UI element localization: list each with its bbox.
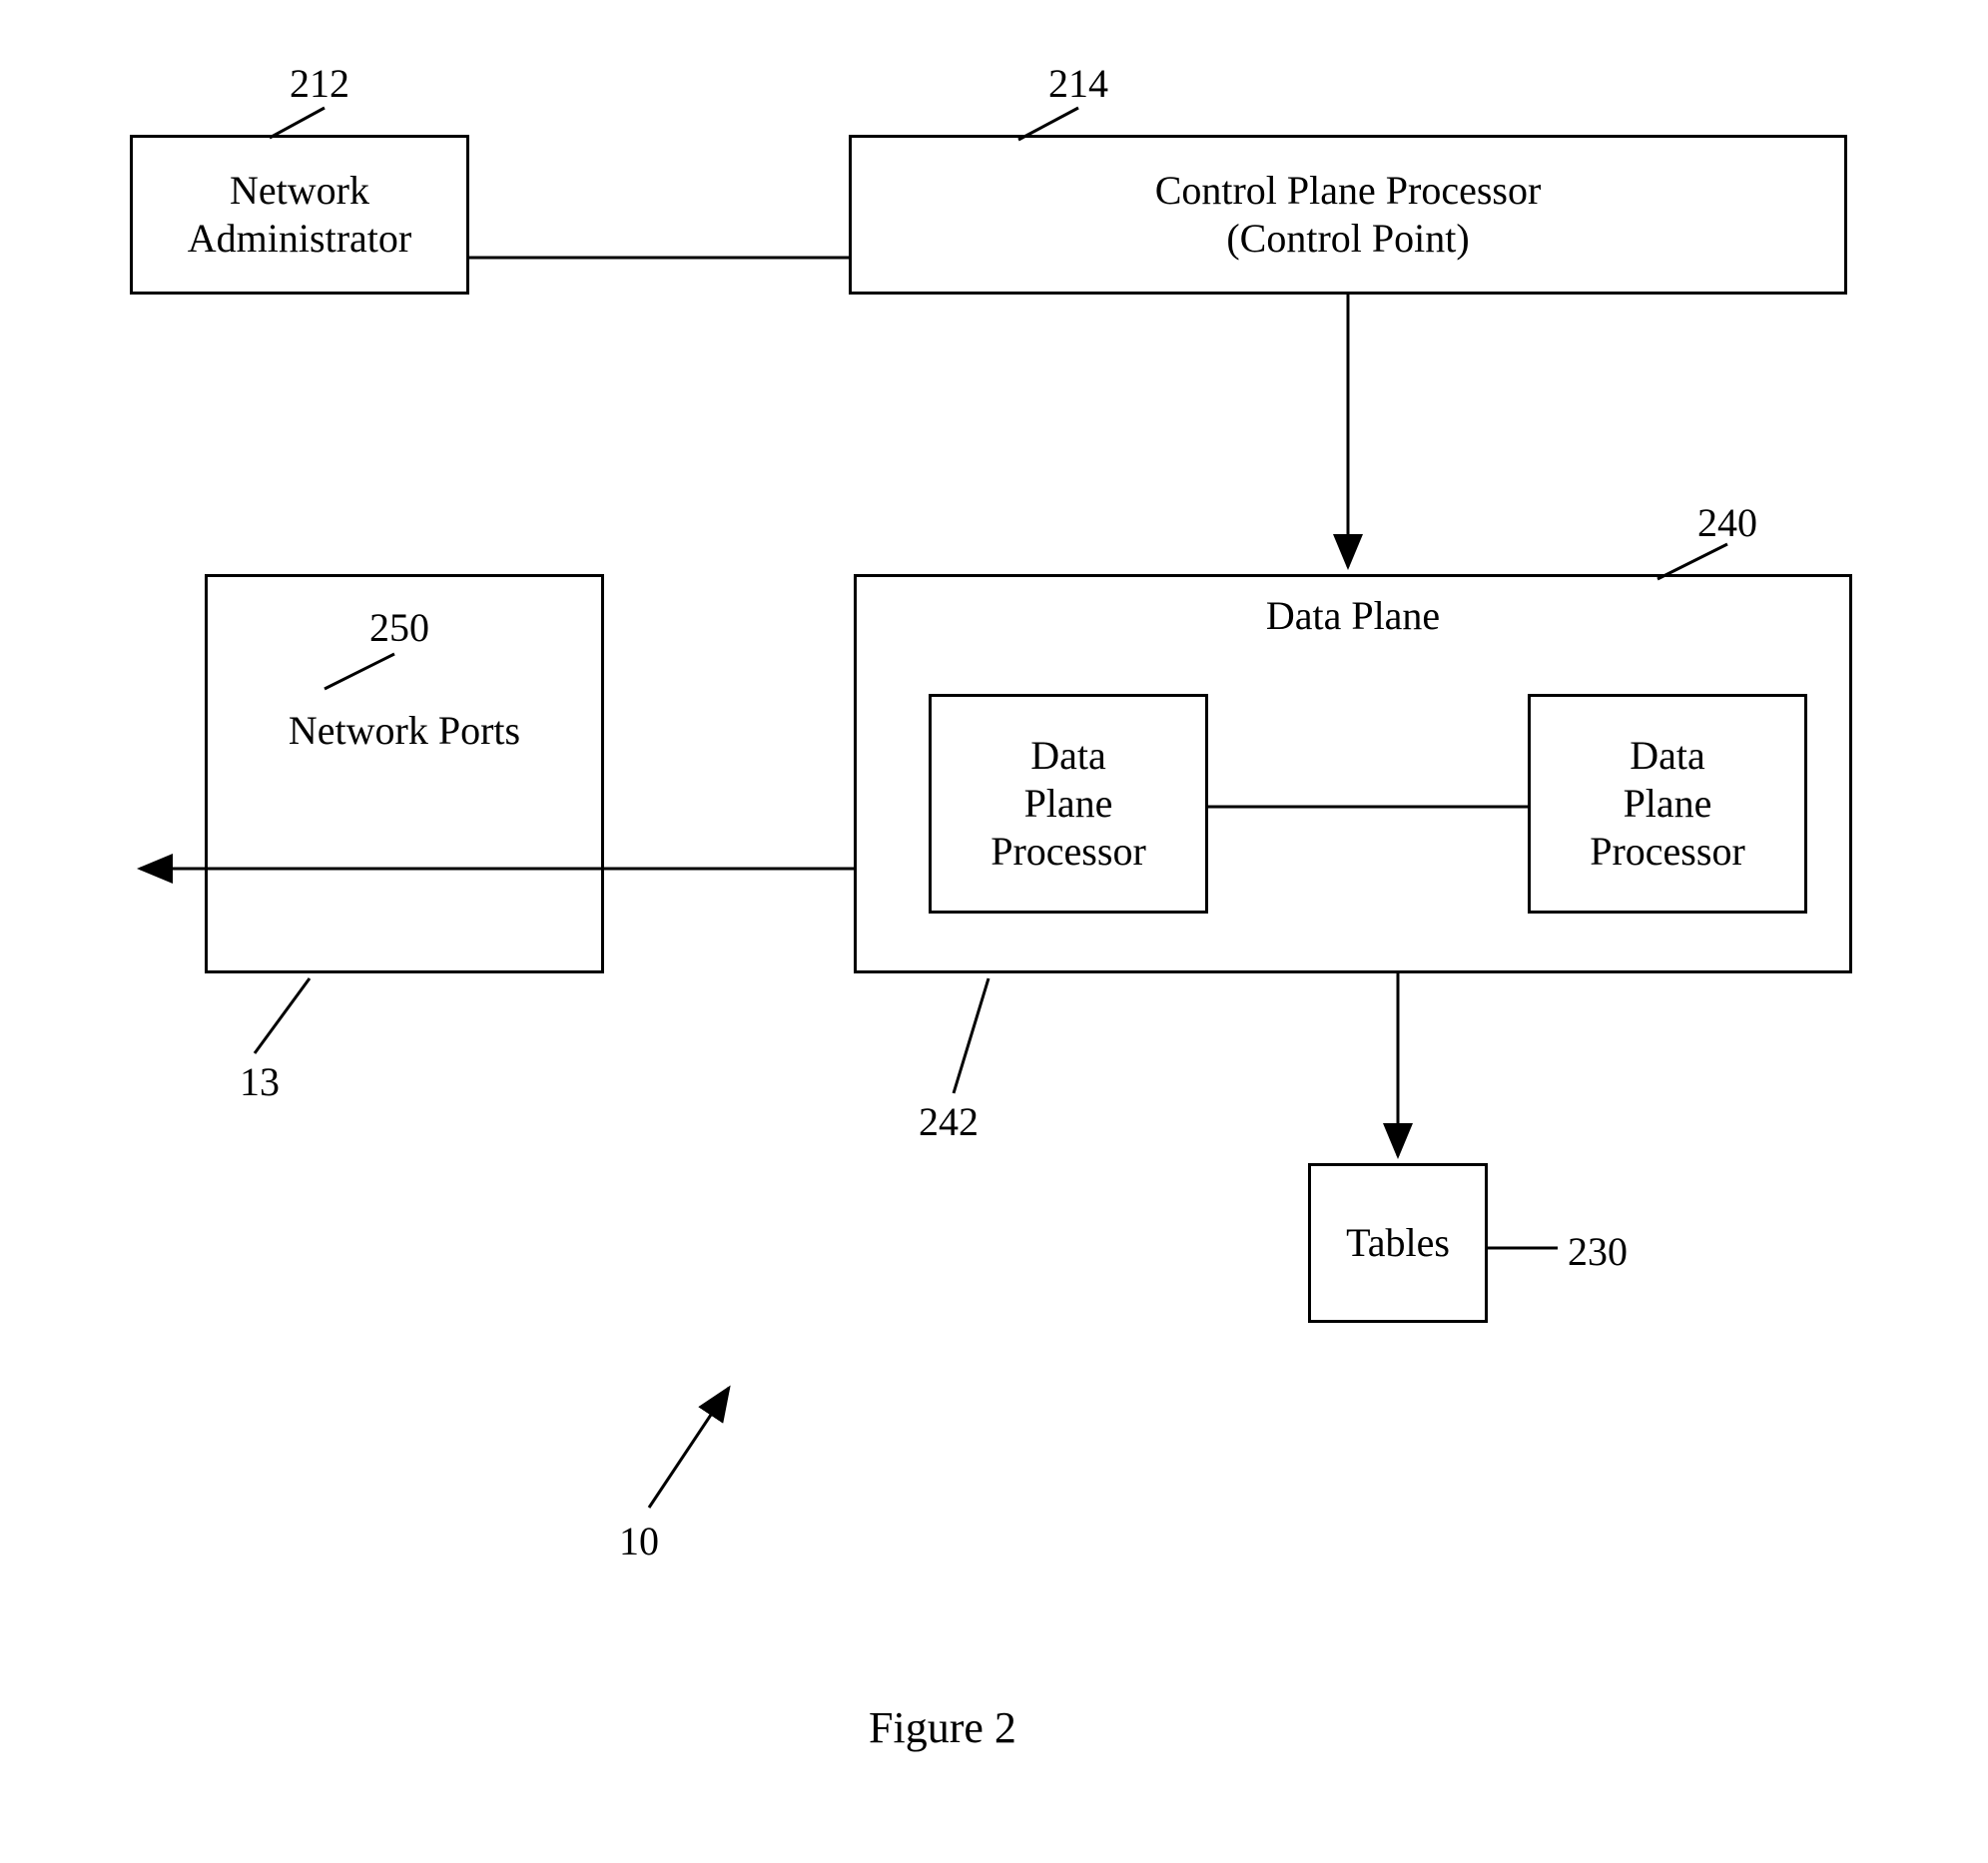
label-242: 242 [919, 1098, 979, 1145]
data-plane-label: Data Plane [857, 592, 1849, 640]
figure-caption: Figure 2 [869, 1702, 1016, 1753]
control-plane-processor-box: Control Plane Processor (Control Point) [849, 135, 1847, 295]
tables-label: Tables [1346, 1219, 1450, 1267]
label-212: 212 [290, 60, 349, 107]
data-plane-processor-1-label: Data Plane Processor [991, 732, 1146, 876]
control-plane-processor-label: Control Plane Processor (Control Point) [1155, 167, 1542, 263]
network-ports-label: Network Ports [289, 707, 520, 755]
callout-10 [649, 1388, 729, 1508]
label-240: 240 [1697, 499, 1757, 546]
label-10: 10 [619, 1518, 659, 1564]
data-plane-processor-2-label: Data Plane Processor [1590, 732, 1745, 876]
network-administrator-label: Network Administrator [188, 167, 411, 263]
callout-13 [255, 978, 310, 1053]
label-250: 250 [369, 604, 429, 651]
data-plane-processor-2-box: Data Plane Processor [1528, 694, 1807, 914]
label-13: 13 [240, 1058, 280, 1105]
label-214: 214 [1048, 60, 1108, 107]
callout-212 [270, 108, 325, 138]
label-230: 230 [1568, 1228, 1628, 1275]
data-plane-processor-1-box: Data Plane Processor [929, 694, 1208, 914]
tables-box: Tables [1308, 1163, 1488, 1323]
callout-242 [954, 978, 989, 1093]
network-administrator-box: Network Administrator [130, 135, 469, 295]
